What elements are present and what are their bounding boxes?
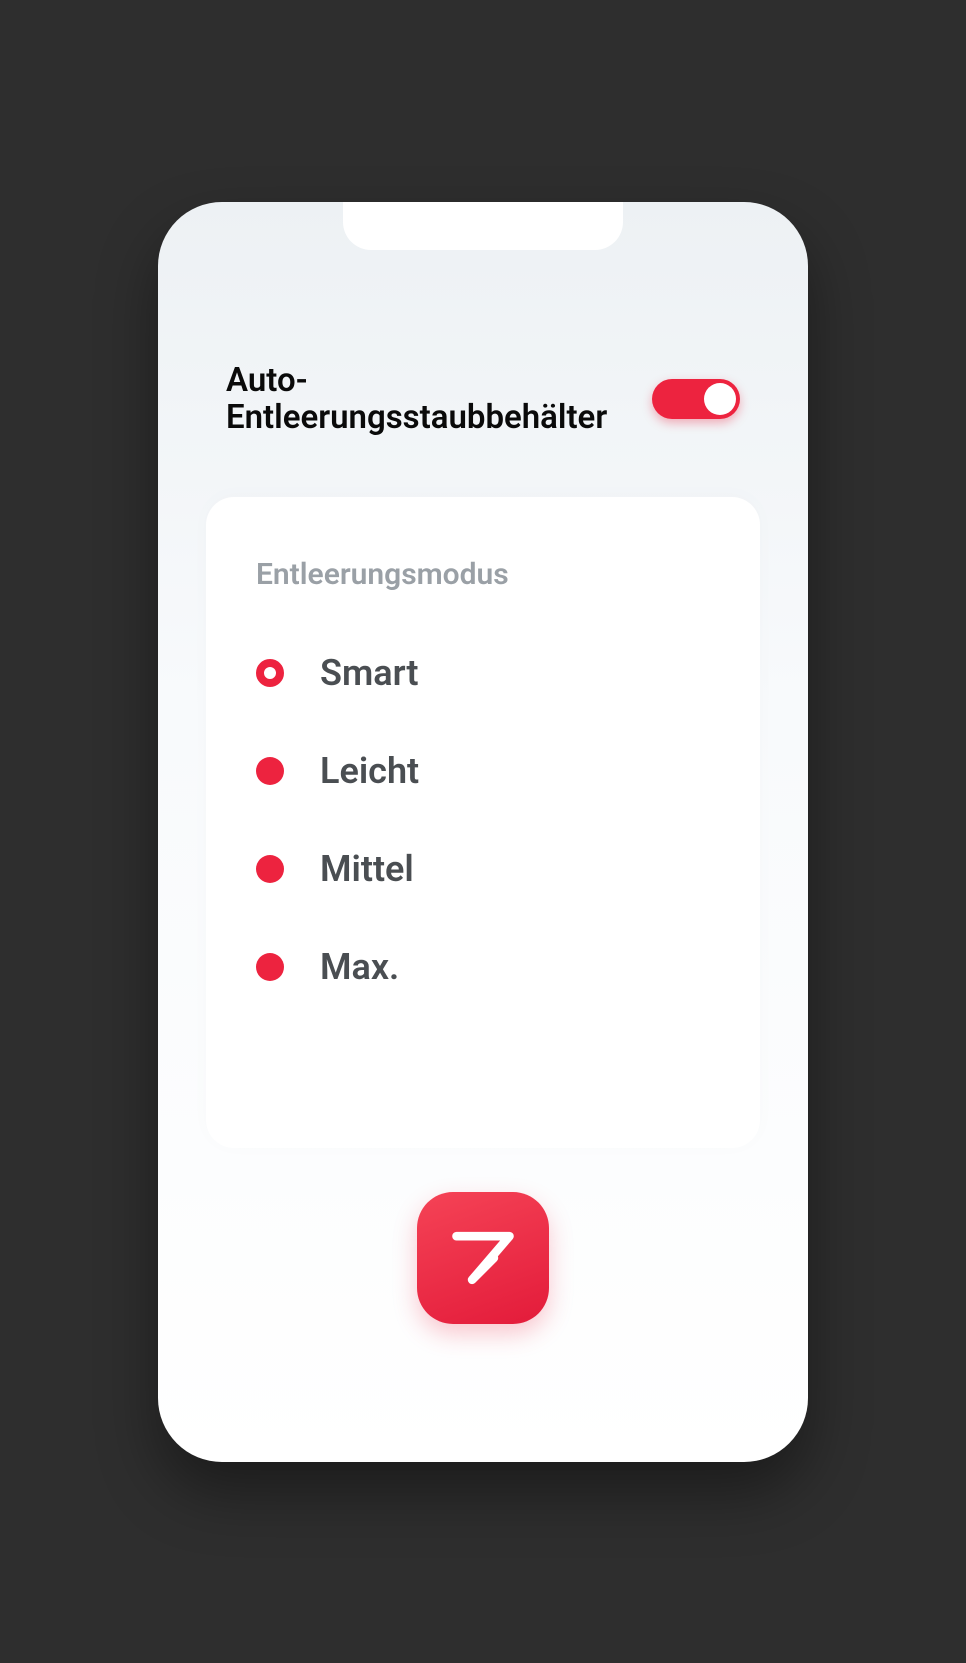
mode-option-mittel[interactable]: Mittel xyxy=(256,848,710,890)
app-logo-icon xyxy=(417,1192,549,1324)
radio-icon xyxy=(256,659,284,687)
mode-option-leicht[interactable]: Leicht xyxy=(256,750,710,792)
screen-content: Auto-Entleerungsstaubbehälter Entleerung… xyxy=(158,202,808,1149)
radio-icon xyxy=(256,855,284,883)
option-label: Smart xyxy=(320,652,419,694)
option-label: Leicht xyxy=(320,750,419,792)
mode-option-smart[interactable]: Smart xyxy=(256,652,710,694)
phone-frame: Auto-Entleerungsstaubbehälter Entleerung… xyxy=(158,202,808,1462)
option-label: Mittel xyxy=(320,848,414,890)
mode-option-max[interactable]: Max. xyxy=(256,946,710,988)
radio-icon xyxy=(256,757,284,785)
header-row: Auto-Entleerungsstaubbehälter xyxy=(206,362,760,498)
option-label: Max. xyxy=(320,946,399,988)
auto-empty-toggle[interactable] xyxy=(652,379,740,419)
radio-icon xyxy=(256,953,284,981)
phone-notch xyxy=(343,202,623,250)
toggle-knob xyxy=(704,383,736,415)
emptying-mode-card: Entleerungsmodus Smart Leicht Mittel Max… xyxy=(206,497,760,1148)
header-title: Auto-Entleerungsstaubbehälter xyxy=(226,362,626,438)
card-heading: Entleerungsmodus xyxy=(256,557,710,592)
